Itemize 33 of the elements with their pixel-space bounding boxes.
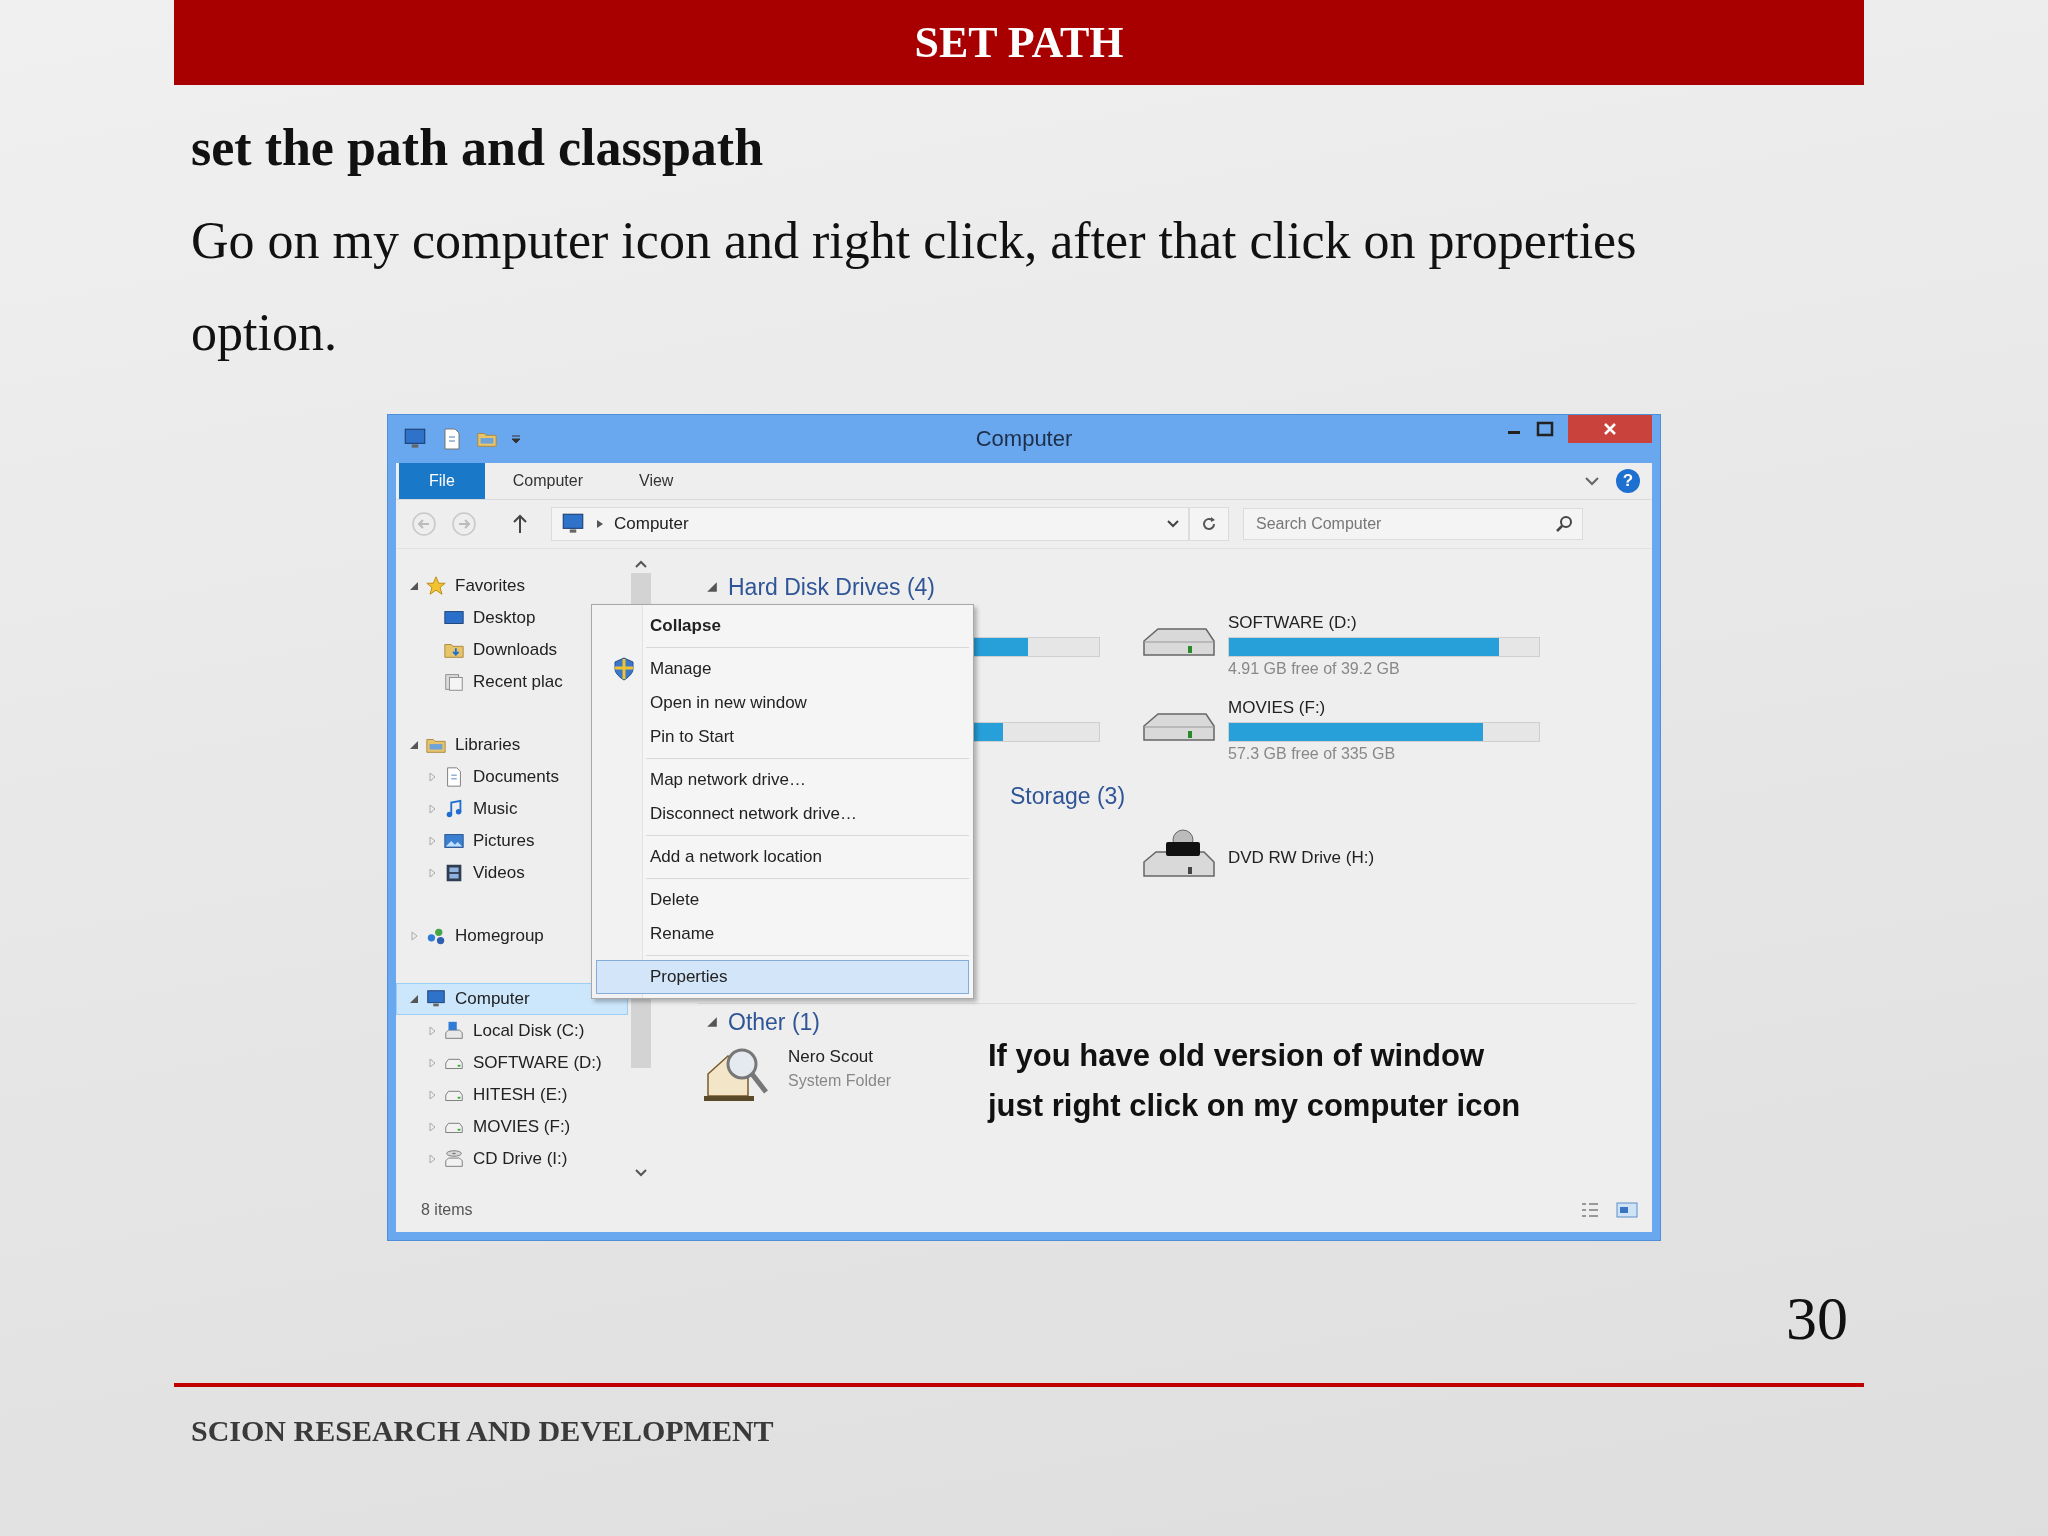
window-title: Computer [975, 426, 1073, 452]
ribbon-tab[interactable]: File [399, 463, 485, 499]
menu-item[interactable]: Properties [596, 960, 969, 994]
nav-item[interactable]: HITESH (E:) [396, 1079, 628, 1111]
group-header[interactable]: Other (1) [728, 1008, 821, 1036]
free-space-text: 57.3 GB free of 335 GB [1228, 744, 1396, 764]
annotation-text: If you have old version of window just right click on my computer icon [988, 1037, 1521, 1125]
help-button[interactable]: ? [1616, 469, 1640, 493]
group-header[interactable]: Storage (3) [1010, 782, 1126, 810]
status-text: 8 items [421, 1201, 473, 1219]
nav-item[interactable]: SOFTWARE (D:) [396, 1047, 628, 1079]
search-field[interactable]: Search Computer [1243, 508, 1583, 540]
breadcrumb-item[interactable]: Computer [614, 514, 689, 534]
nav-item[interactable]: Favorites [396, 570, 628, 602]
address-bar[interactable]: Computer [551, 507, 1189, 541]
folder-name[interactable]: Nero Scout [788, 1045, 874, 1069]
nav-item[interactable]: Local Disk (C:) [396, 1015, 628, 1047]
drive-name[interactable]: DVD RW Drive (H:) [1228, 846, 1375, 870]
group-header[interactable]: Hard Disk Drives (4) [728, 573, 936, 601]
ribbon-tab[interactable]: Computer [484, 463, 612, 499]
slide-heading: set the path and classpath [191, 120, 764, 176]
footer-text: SCION RESEARCH AND DEVELOPMENT [191, 1413, 774, 1449]
folder-type: System Folder [788, 1071, 892, 1091]
nav-item[interactable]: Computer [396, 983, 628, 1015]
page-number: 30 [1786, 1283, 1848, 1353]
slide-text: Go on my computer icon and right click, after that click on properties option. [191, 211, 1638, 363]
free-space-text: 4.91 GB free of 39.2 GB [1228, 659, 1400, 679]
drive-name[interactable]: SOFTWARE (D:) [1228, 611, 1357, 635]
nav-item[interactable]: CD Drive (I:) [396, 1143, 628, 1175]
drive-name[interactable]: MOVIES (F:) [1228, 696, 1326, 720]
nav-item[interactable]: MOVIES (F:) [396, 1111, 628, 1143]
ribbon-tab[interactable]: View [611, 463, 702, 499]
slide-title: SET PATH [914, 17, 1124, 68]
